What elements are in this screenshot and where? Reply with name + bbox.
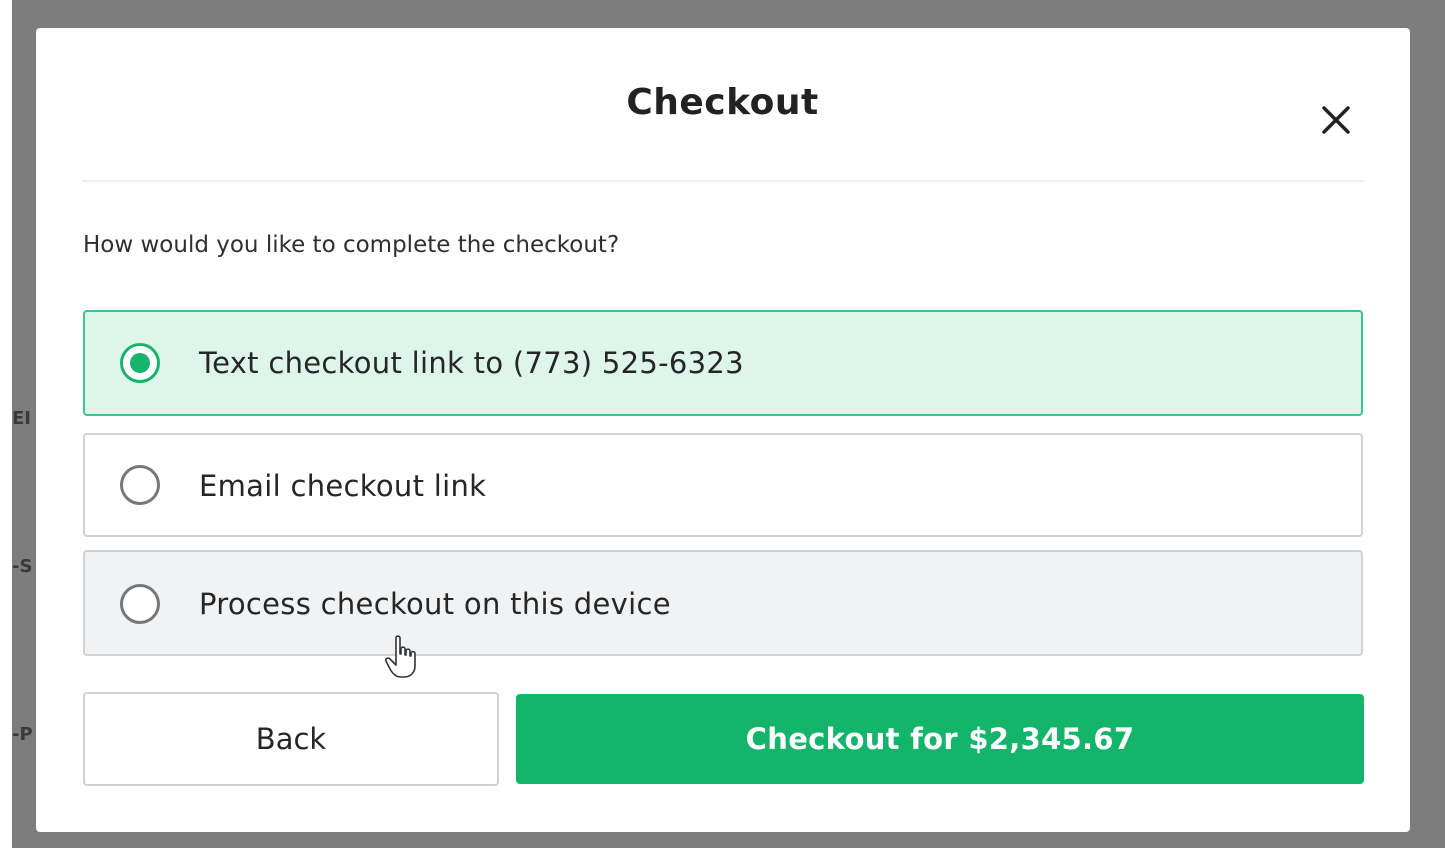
close-button[interactable]: [1316, 100, 1356, 140]
background-page-edge: [0, 0, 12, 848]
checkout-button[interactable]: Checkout for $2,345.67: [516, 694, 1364, 784]
pointer-hand-icon: [385, 635, 416, 678]
checkout-prompt: How would you like to complete the check…: [83, 232, 620, 258]
close-icon: [1322, 106, 1350, 134]
background-text-fragment: EI: [12, 408, 31, 429]
back-button[interactable]: Back: [83, 692, 499, 786]
option-email-checkout-link[interactable]: Email checkout link: [83, 433, 1363, 537]
header-divider: [82, 180, 1364, 182]
option-process-on-device[interactable]: Process checkout on this device: [83, 550, 1363, 656]
radio-unselected-icon[interactable]: [120, 584, 160, 624]
option-text-checkout-link[interactable]: Text checkout link to (773) 525-6323: [83, 310, 1363, 416]
background-text-fragment: -S: [12, 556, 33, 577]
modal-title: Checkout: [626, 82, 819, 123]
option-label: Process checkout on this device: [199, 587, 671, 621]
radio-unselected-icon[interactable]: [120, 465, 160, 505]
option-label: Text checkout link to (773) 525-6323: [199, 346, 744, 380]
option-label: Email checkout link: [199, 469, 487, 503]
background-text-fragment: -P: [12, 724, 33, 745]
radio-dot: [130, 353, 150, 373]
radio-selected-icon[interactable]: [120, 343, 160, 383]
